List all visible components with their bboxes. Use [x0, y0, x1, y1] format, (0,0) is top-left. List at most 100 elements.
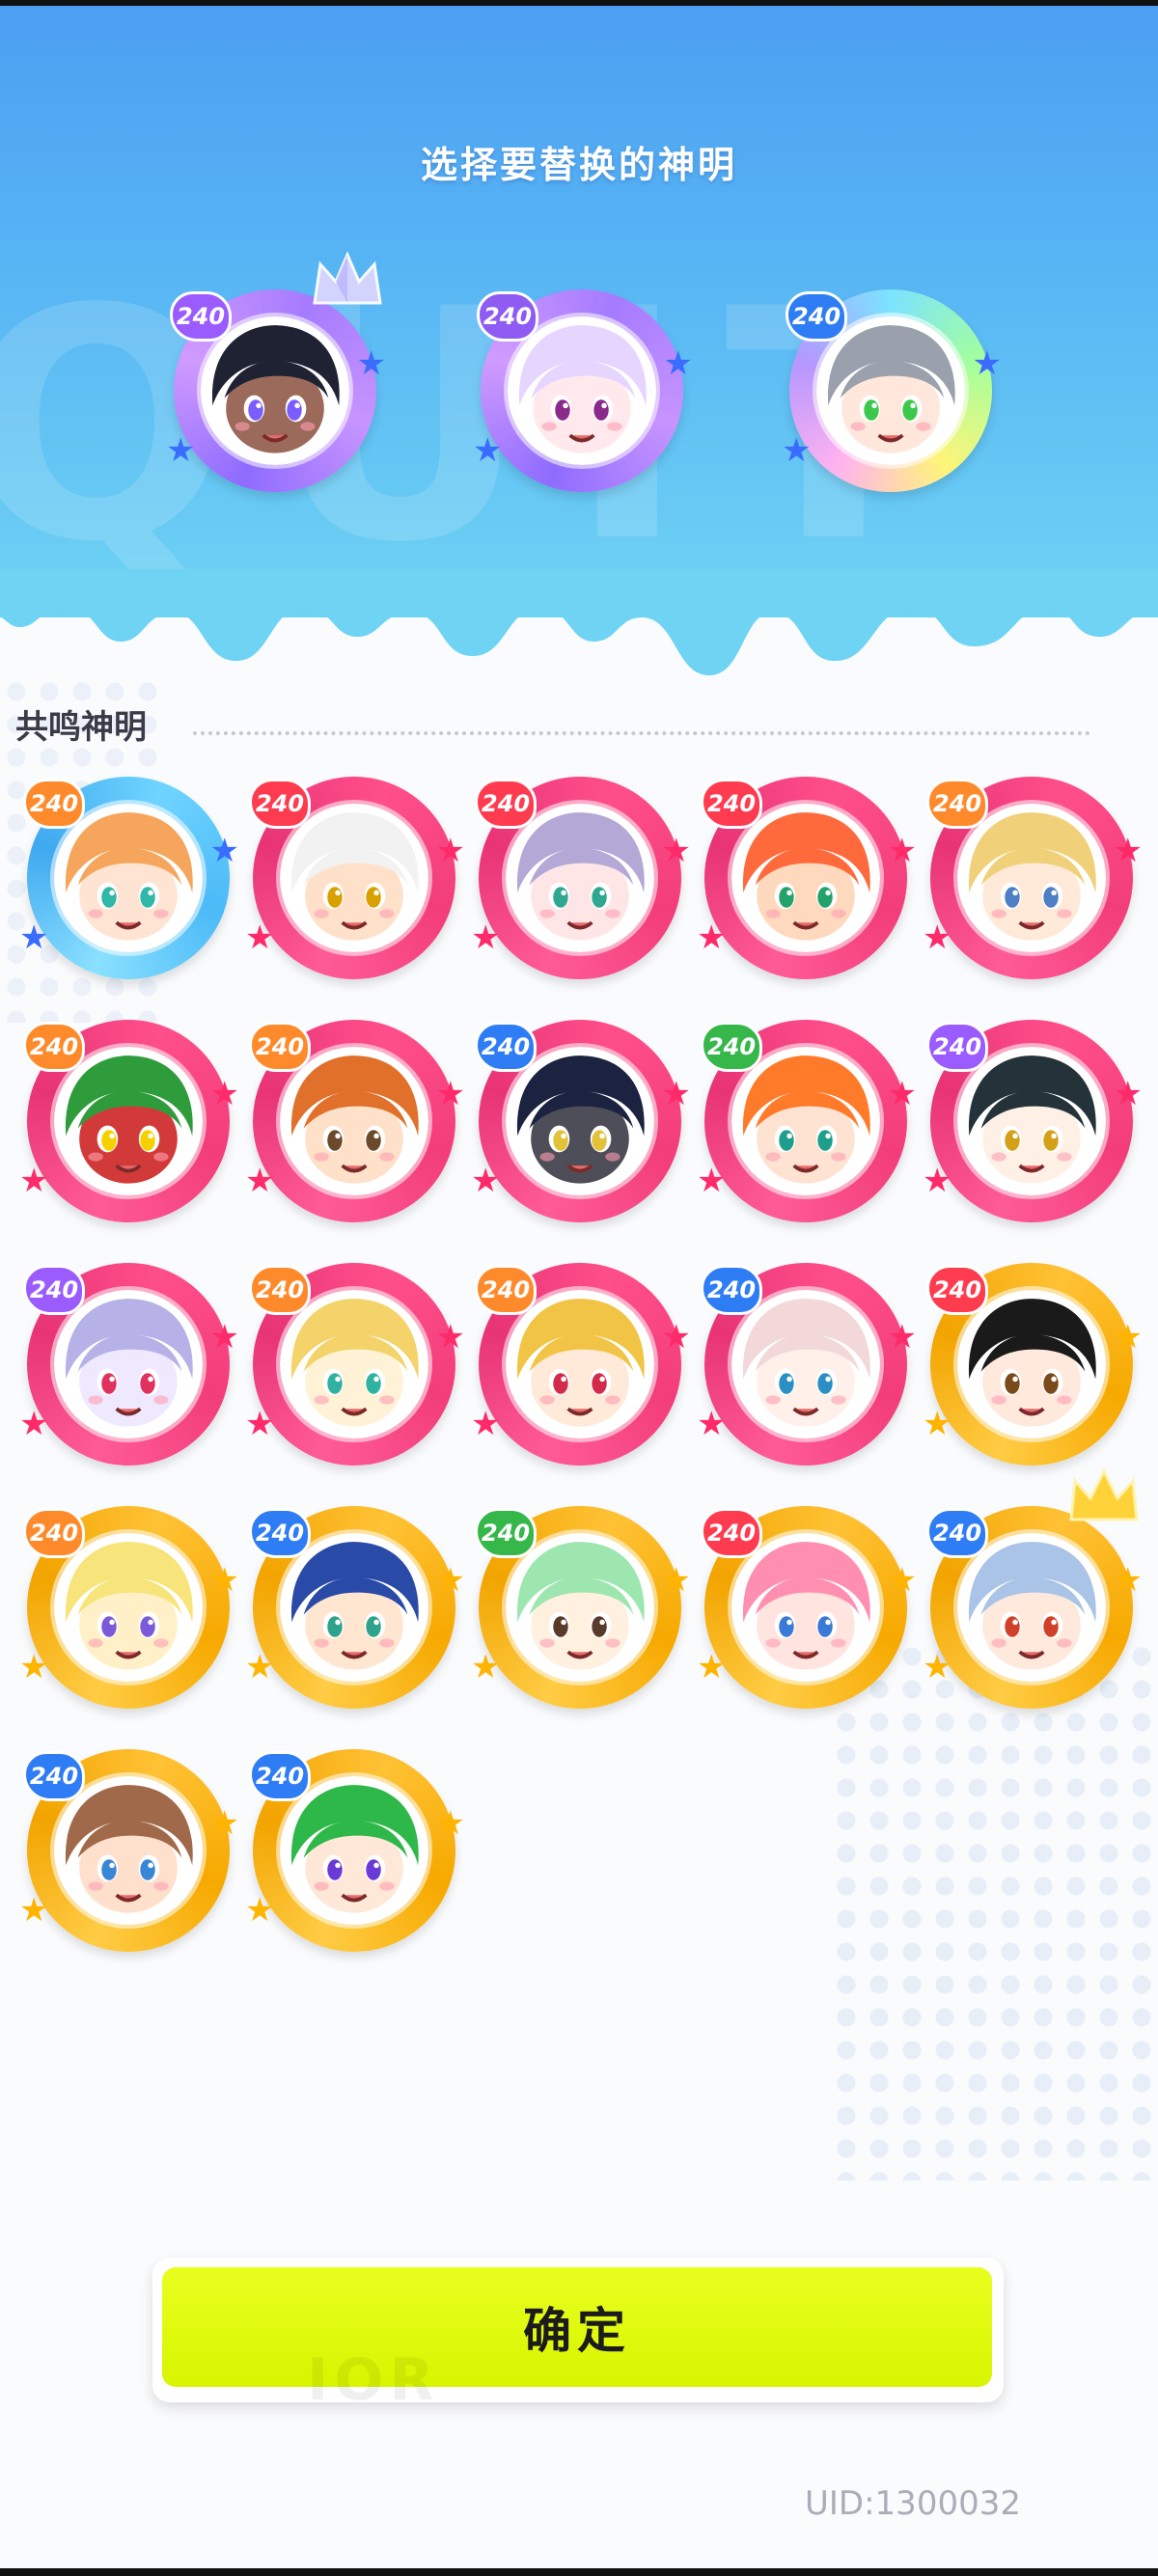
level-badge: 240 — [475, 1265, 537, 1315]
level-badge: 240 — [786, 291, 847, 342]
god-card[interactable]: 240 ★ ★ — [471, 777, 691, 979]
level-value: 240 — [29, 1033, 79, 1060]
god-card[interactable]: 240 ★ ★ — [471, 1020, 691, 1222]
level-badge: 240 — [701, 779, 762, 829]
selected-god-slot[interactable]: 240 ★ ★ — [166, 251, 386, 492]
god-card[interactable]: 240 ★ ★ — [923, 1467, 1143, 1709]
god-card[interactable]: 240 ★ ★ — [245, 1506, 465, 1709]
avatar-portrait — [957, 1290, 1106, 1439]
level-badge: 240 — [926, 1022, 988, 1072]
god-card[interactable]: 240 ★ ★ — [19, 1020, 239, 1222]
god-card[interactable]: 240 ★ ★ — [19, 1506, 239, 1709]
status-strip — [0, 0, 1158, 6]
level-badge: 240 — [701, 1508, 762, 1558]
god-card[interactable]: 240 ★ ★ — [697, 1263, 917, 1466]
star-icon: ★ — [356, 344, 386, 383]
star-icon: ★ — [887, 832, 917, 870]
avatar-portrait — [54, 1290, 203, 1439]
star-icon: ★ — [209, 832, 239, 870]
avatar-portrait — [731, 1290, 880, 1439]
uid-label: UID:1300032 — [805, 2484, 1021, 2523]
avatar-portrait — [957, 804, 1106, 952]
star-icon: ★ — [19, 1405, 49, 1443]
level-value: 240 — [482, 303, 533, 330]
level-badge: 240 — [477, 291, 538, 342]
star-icon: ★ — [471, 1162, 501, 1200]
level-badge: 240 — [23, 779, 85, 829]
confirm-button-face[interactable]: IOR 确定 — [162, 2267, 992, 2414]
star-icon: ★ — [661, 1075, 691, 1113]
level-badge: 240 — [23, 1751, 85, 1801]
level-value: 240 — [29, 1276, 79, 1303]
god-card[interactable]: 240 ★ ★ — [923, 777, 1143, 979]
star-icon: ★ — [245, 918, 275, 957]
avatar-portrait — [957, 1047, 1106, 1195]
god-card[interactable]: 240 ★ ★ — [245, 1020, 465, 1222]
star-icon: ★ — [661, 832, 691, 870]
level-badge: 240 — [249, 1022, 311, 1072]
star-icon: ★ — [661, 1561, 691, 1600]
star-icon: ★ — [661, 1318, 691, 1357]
god-card[interactable]: 240 ★ ★ — [923, 1020, 1143, 1222]
avatar-portrait — [54, 1776, 203, 1925]
selected-god-slot[interactable]: 240 ★ ★ — [473, 289, 693, 492]
star-icon: ★ — [209, 1318, 239, 1357]
star-icon: ★ — [209, 1075, 239, 1113]
star-icon: ★ — [435, 1075, 465, 1113]
god-card[interactable]: 240 ★ ★ — [697, 1506, 917, 1709]
level-value: 240 — [481, 1520, 531, 1547]
avatar-portrait — [280, 1047, 428, 1195]
god-card[interactable]: 240 ★ ★ — [245, 777, 465, 979]
avatar-portrait — [731, 1047, 880, 1195]
star-icon: ★ — [1113, 832, 1143, 870]
star-icon: ★ — [887, 1561, 917, 1600]
god-card[interactable]: 240 ★ ★ — [471, 1263, 691, 1466]
level-badge: 240 — [926, 779, 988, 829]
confirm-button[interactable]: IOR 确定 — [152, 2258, 1004, 2414]
god-card[interactable]: 240 ★ ★ — [19, 1749, 239, 1952]
level-value: 240 — [932, 1033, 982, 1060]
star-icon: ★ — [166, 431, 196, 470]
god-card[interactable]: 240 ★ ★ — [19, 777, 239, 979]
level-badge: 240 — [249, 1265, 311, 1315]
star-icon: ★ — [697, 1162, 727, 1200]
star-icon: ★ — [887, 1075, 917, 1113]
confirm-watermark: IOR — [307, 2346, 440, 2414]
star-icon: ★ — [471, 1648, 501, 1686]
star-icon: ★ — [923, 1648, 952, 1686]
level-value: 240 — [255, 1033, 305, 1060]
avatar-portrait — [816, 316, 965, 465]
star-icon: ★ — [923, 1405, 952, 1443]
star-icon: ★ — [209, 1804, 239, 1843]
star-icon: ★ — [697, 918, 727, 957]
god-card[interactable]: 240 ★ ★ — [245, 1749, 465, 1952]
avatar-portrait — [731, 1533, 880, 1682]
god-card[interactable]: 240 ★ ★ — [697, 1020, 917, 1222]
god-card[interactable]: 240 ★ ★ — [471, 1506, 691, 1709]
decor-dots-right — [830, 1640, 1158, 2180]
avatar-portrait — [731, 804, 880, 952]
star-icon: ★ — [435, 832, 465, 870]
drip-divider — [0, 569, 1158, 675]
gold-crown-icon — [1069, 1467, 1139, 1521]
god-card[interactable]: 240 ★ ★ — [245, 1263, 465, 1466]
star-icon: ★ — [697, 1405, 727, 1443]
crystal-crown-icon — [313, 251, 382, 305]
star-icon: ★ — [245, 1162, 275, 1200]
star-icon: ★ — [209, 1561, 239, 1600]
avatar-portrait — [54, 1047, 203, 1195]
level-value: 240 — [255, 1763, 305, 1790]
star-icon: ★ — [435, 1318, 465, 1357]
level-badge: 240 — [249, 779, 311, 829]
level-value: 240 — [176, 303, 226, 330]
god-card[interactable]: 240 ★ ★ — [923, 1263, 1143, 1466]
star-icon: ★ — [19, 1162, 49, 1200]
god-card[interactable]: 240 ★ ★ — [697, 777, 917, 979]
star-icon: ★ — [663, 344, 693, 383]
selected-god-slot[interactable]: 240 ★ ★ — [782, 289, 1002, 492]
god-card[interactable]: 240 ★ ★ — [19, 1263, 239, 1466]
level-value: 240 — [481, 1276, 531, 1303]
level-value: 240 — [932, 1520, 982, 1547]
star-icon: ★ — [19, 1891, 49, 1930]
level-badge: 240 — [701, 1022, 762, 1072]
